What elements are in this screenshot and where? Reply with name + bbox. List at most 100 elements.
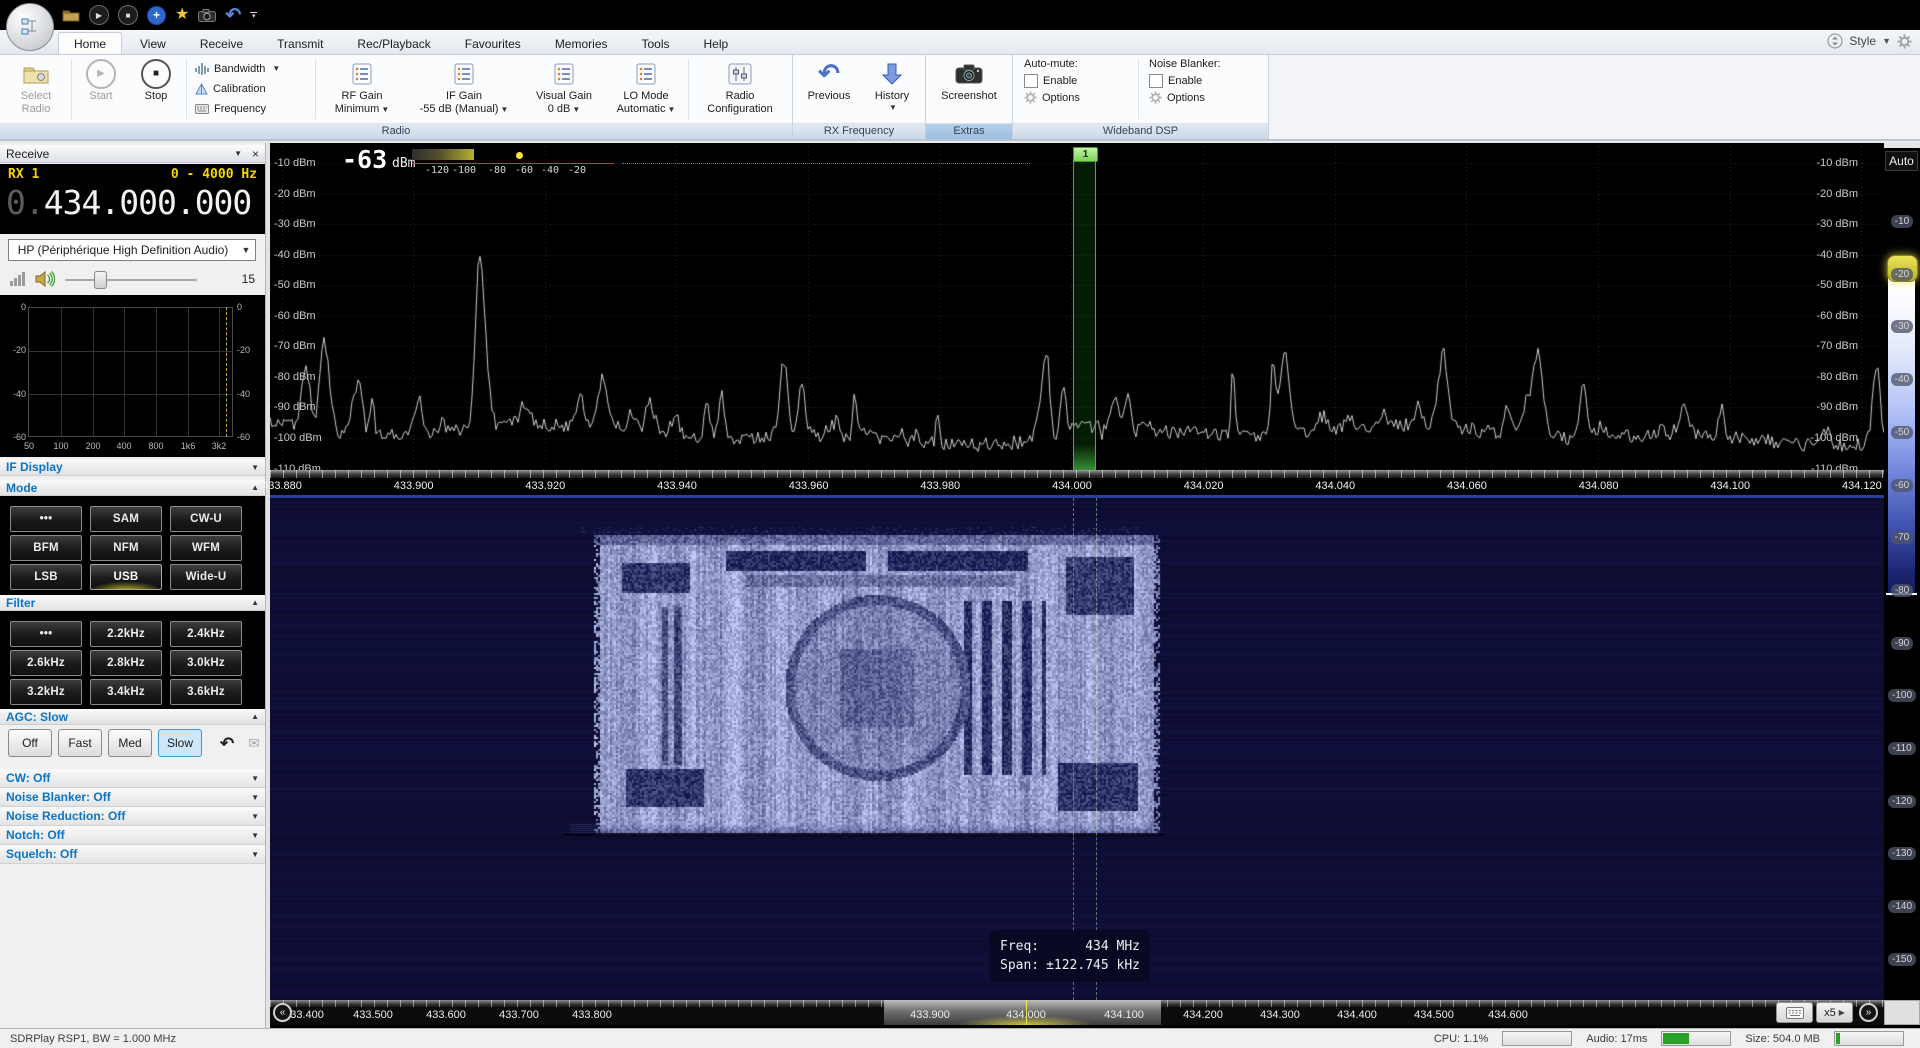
customize-toolbar-icon[interactable]: ▾ — [250, 12, 257, 19]
add-icon[interactable]: + — [147, 6, 166, 25]
lo-mode-button[interactable]: LO Mode Automatic▼ — [606, 56, 686, 122]
volume-slider-thumb[interactable] — [94, 271, 107, 289]
if-gain-button[interactable]: IF Gain -55 dB (Manual)▼ — [406, 56, 522, 122]
history-button[interactable]: History ▼ — [862, 56, 922, 122]
frequency-navigation-bar[interactable]: 433.400433.500433.600433.700433.800433.9… — [270, 1000, 1884, 1025]
mode-button-nfm[interactable]: NFM — [90, 535, 162, 561]
tab-tools[interactable]: Tools — [626, 32, 686, 54]
mode-button-lsb[interactable]: LSB — [10, 564, 82, 590]
agc-button-off[interactable]: Off — [8, 729, 52, 757]
volume-slider[interactable] — [65, 271, 225, 287]
frequency-display[interactable]: RX 1 0 - 4000 Hz 0.434.000.000 — [0, 164, 265, 234]
spectrum-y-label: -40 dBm — [274, 249, 316, 261]
section-noise-blanker[interactable]: Noise Blanker: Off▼ — [0, 788, 265, 807]
panel-menu-icon[interactable]: ▼ — [234, 149, 242, 158]
agc-monitor-icon[interactable]: ✉ — [248, 736, 260, 750]
keyboard-entry-button[interactable] — [1776, 1002, 1813, 1023]
panel-close-icon[interactable]: × — [252, 147, 259, 161]
filter-button-3-0khz[interactable]: 3.0kHz — [170, 650, 242, 676]
stop-icon[interactable]: ■ — [118, 5, 138, 25]
auto-range-button[interactable]: Auto — [1885, 151, 1918, 171]
agc-button-med[interactable]: Med — [108, 729, 152, 757]
agc-button-slow[interactable]: Slow — [158, 729, 202, 757]
tab-transmit[interactable]: Transmit — [261, 32, 339, 54]
agc-button-fast[interactable]: Fast — [58, 729, 102, 757]
previous-button[interactable]: ↶ Previous — [796, 56, 862, 122]
mode-button-wide-u[interactable]: Wide-U — [170, 564, 242, 590]
filter-button-2-2khz[interactable]: 2.2kHz — [90, 621, 162, 647]
tab-help[interactable]: Help — [688, 32, 745, 54]
play-icon[interactable]: ▶ — [89, 5, 109, 25]
section-notch[interactable]: Notch: Off▼ — [0, 826, 265, 845]
auto-mute-enable[interactable]: Enable — [1024, 74, 1128, 88]
tab-receive[interactable]: Receive — [184, 32, 259, 54]
section-filter[interactable]: Filter▲ — [0, 595, 265, 611]
scroll-right-button[interactable]: » — [1859, 1003, 1878, 1022]
frequency-button[interactable]: Frequency — [195, 103, 307, 115]
filter-button-item[interactable]: ••• — [10, 621, 82, 647]
filter-button-3-6khz[interactable]: 3.6kHz — [170, 679, 242, 705]
equalizer-icon[interactable] — [10, 272, 25, 286]
scroll-left-button[interactable]: « — [273, 1003, 292, 1022]
collapse-ribbon-icon[interactable] — [1827, 33, 1843, 49]
mode-button-wfm[interactable]: WFM — [170, 535, 242, 561]
filter-button-3-2khz[interactable]: 3.2kHz — [10, 679, 82, 705]
gear-icon[interactable] — [1897, 34, 1912, 49]
filter-button-3-4khz[interactable]: 3.4kHz — [90, 679, 162, 705]
calibration-button[interactable]: Calibration — [195, 83, 307, 95]
mode-button-usb[interactable]: USB — [90, 564, 162, 590]
tab-view[interactable]: View — [124, 32, 182, 54]
spectrum-frequency-axis[interactable]: 433.880433.900433.920433.940433.960433.9… — [270, 470, 1884, 495]
receive-panel-header[interactable]: Receive ▼ × — [0, 145, 265, 163]
tab-memories[interactable]: Memories — [539, 32, 624, 54]
rf-gain-button[interactable]: RF Gain Minimum▼ — [318, 56, 406, 122]
select-radio-button[interactable]: Select Radio — [3, 56, 69, 122]
audio-bandwidth-cursor[interactable] — [226, 307, 227, 437]
stop-button[interactable]: ■ Stop — [128, 56, 184, 122]
section-if-display[interactable]: IF Display▼ — [0, 459, 265, 476]
tab-favourites[interactable]: Favourites — [449, 32, 537, 54]
zoom-step-button[interactable]: x5▶ — [1816, 1002, 1853, 1023]
section-mode[interactable]: Mode▲ — [0, 480, 265, 496]
screenshot-camera-icon[interactable] — [198, 6, 216, 24]
nav-frequency-label: 433.900 — [910, 1009, 950, 1021]
tuned-frequency[interactable]: 0.434.000.000 — [0, 183, 265, 222]
start-button[interactable]: ▶ Start — [74, 56, 128, 122]
filter-button-2-6khz[interactable]: 2.6kHz — [10, 650, 82, 676]
agc-undo-icon[interactable]: ↶ — [220, 735, 234, 752]
filter-button-2-4khz[interactable]: 2.4kHz — [170, 621, 242, 647]
mode-button-cw-u[interactable]: CW-U — [170, 506, 242, 532]
bandwidth-button[interactable]: Bandwidth▼ — [195, 63, 307, 75]
audio-spectrum-graph[interactable]: 00-20-20-40-40-60-60501002004008001k63k2 — [0, 295, 265, 457]
noise-blanker-options[interactable]: Options — [1149, 91, 1257, 104]
tab-home[interactable]: Home — [58, 32, 122, 54]
open-folder-icon[interactable] — [62, 6, 80, 24]
tuning-marker[interactable]: 1 — [1073, 147, 1096, 470]
mode-button-item[interactable]: ••• — [10, 506, 82, 532]
noise-blanker-enable[interactable]: Enable — [1149, 74, 1257, 88]
screenshot-button[interactable]: Screenshot — [929, 56, 1009, 122]
section-cw[interactable]: CW: Off▼ — [0, 769, 265, 788]
undo-icon[interactable]: ↶ — [225, 6, 241, 25]
style-label[interactable]: Style — [1849, 34, 1876, 48]
mode-button-sam[interactable]: SAM — [90, 506, 162, 532]
noise-blanker-enable-checkbox[interactable] — [1149, 74, 1163, 88]
style-caret-icon[interactable]: ▼ — [1882, 36, 1891, 46]
app-menu-button[interactable] — [6, 3, 54, 51]
auto-mute-options[interactable]: Options — [1024, 91, 1128, 104]
tuning-marker-badge[interactable]: 1 — [1073, 147, 1098, 162]
section-squelch[interactable]: Squelch: Off▼ — [0, 845, 265, 864]
audio-device-select[interactable]: HP (Périphérique High Definition Audio) … — [8, 239, 256, 261]
speaker-icon[interactable] — [35, 271, 55, 287]
section-noise-reduction[interactable]: Noise Reduction: Off▼ — [0, 807, 265, 826]
tab-rec-playback[interactable]: Rec/Playback — [341, 32, 446, 54]
waterfall-display[interactable]: Freq:434 MHz Span:±122.745 kHz — [270, 498, 1884, 1000]
radio-configuration-button[interactable]: Radio Configuration — [691, 56, 789, 122]
auto-mute-enable-checkbox[interactable] — [1024, 74, 1038, 88]
section-agc[interactable]: AGC: Slow▲ — [0, 709, 265, 725]
favourite-star-icon[interactable]: ★ — [175, 7, 189, 23]
waterfall-canvas[interactable] — [270, 498, 1884, 1000]
visual-gain-button[interactable]: Visual Gain 0 dB▼ — [522, 56, 606, 122]
mode-button-bfm[interactable]: BFM — [10, 535, 82, 561]
filter-button-2-8khz[interactable]: 2.8kHz — [90, 650, 162, 676]
